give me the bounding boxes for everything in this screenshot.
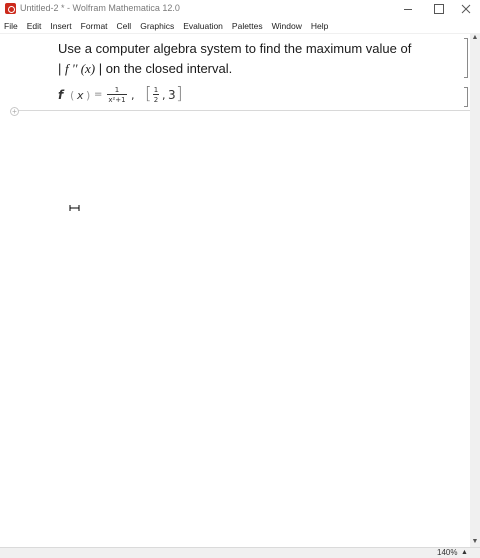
vertical-scrollbar[interactable]: ▲ ▼	[470, 33, 480, 547]
text-line-1: Use a computer algebra system to find th…	[58, 41, 412, 56]
interval-fraction: 1 2	[153, 86, 159, 104]
function-fraction: 1 x²+1	[107, 86, 127, 104]
menu-format[interactable]: Format	[81, 21, 108, 31]
menu-file[interactable]: File	[4, 21, 18, 31]
text-cell[interactable]: Use a computer algebra system to find th…	[58, 39, 418, 79]
title-bar: Untitled-2 * - Wolfram Mathematica 12.0	[0, 0, 480, 18]
add-cell-plus-icon[interactable]: +	[10, 107, 19, 116]
close-paren: )	[86, 89, 91, 102]
mathematica-icon	[5, 3, 16, 14]
text-cell-bracket[interactable]	[464, 38, 468, 78]
second-derivative-expr: f '' (x)	[65, 61, 96, 76]
interval-fraction-bar	[153, 94, 159, 95]
function-name: f	[58, 88, 64, 102]
abs-bar-left: |	[58, 61, 62, 76]
zoom-level[interactable]: 140%	[437, 548, 457, 557]
window-title: Untitled-2 * - Wolfram Mathematica 12.0	[20, 3, 180, 13]
equals-sign: =	[94, 89, 103, 100]
interval-separator: ,	[162, 89, 166, 102]
interval-numerator: 1	[153, 86, 159, 94]
menu-insert[interactable]: Insert	[50, 21, 71, 31]
open-paren: (	[70, 89, 75, 102]
variable-x: x	[77, 89, 84, 102]
zoom-dropdown-icon[interactable]: ▲	[461, 549, 468, 556]
menu-graphics[interactable]: Graphics	[140, 21, 174, 31]
text-line-2-rest: on the closed interval.	[105, 61, 233, 76]
menu-window[interactable]: Window	[272, 21, 302, 31]
close-icon	[461, 4, 471, 14]
interval-close-bracket: ]	[176, 84, 183, 104]
menu-evaluation[interactable]: Evaluation	[183, 21, 223, 31]
menu-bar: File Edit Insert Format Cell Graphics Ev…	[0, 19, 480, 33]
notebook-area[interactable]: Use a computer algebra system to find th…	[0, 33, 470, 547]
status-bar: 140% ▲	[0, 547, 480, 558]
interval-end: 3	[168, 88, 176, 102]
fraction-numerator: 1	[114, 86, 120, 94]
menu-edit[interactable]: Edit	[27, 21, 42, 31]
interval-denominator: 2	[153, 96, 159, 104]
text-line-2: | f '' (x) | on the closed interval.	[58, 59, 418, 79]
cell-insertion-line[interactable]	[11, 110, 470, 111]
input-cell[interactable]: f ( x ) = 1 x²+1 , [ 1 2 , 3 ]	[58, 84, 358, 108]
close-button[interactable]	[451, 0, 480, 18]
fraction-denominator: x²+1	[108, 96, 126, 104]
minimize-button[interactable]	[393, 0, 423, 18]
fraction-bar	[107, 94, 127, 95]
scroll-up-icon[interactable]: ▲	[471, 34, 479, 42]
scroll-down-icon[interactable]: ▼	[471, 538, 479, 546]
horizontal-cursor-icon	[69, 205, 80, 211]
maximize-button[interactable]	[423, 0, 453, 18]
input-cell-bracket[interactable]	[464, 87, 468, 107]
abs-bar-right: |	[98, 61, 103, 76]
menu-help[interactable]: Help	[311, 21, 328, 31]
menu-cell[interactable]: Cell	[117, 21, 132, 31]
interval-open-bracket: [	[145, 84, 152, 104]
comma: ,	[131, 89, 135, 102]
menu-palettes[interactable]: Palettes	[232, 21, 263, 31]
